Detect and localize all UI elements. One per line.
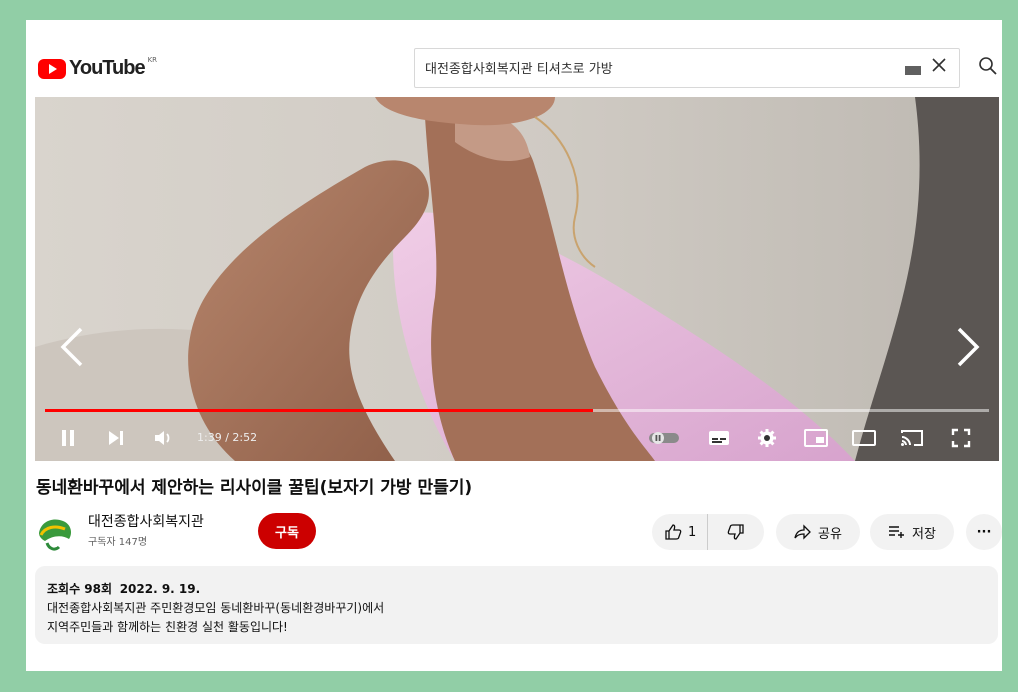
channel-name[interactable]: 대전종합사회복지관 (88, 511, 204, 531)
subtitles-icon[interactable] (707, 427, 731, 449)
logo-text: YouTube (69, 57, 146, 79)
youtube-logo[interactable]: YouTube KR (38, 55, 158, 80)
video-player[interactable]: 1:39 / 2:52 (35, 97, 999, 461)
settings-icon[interactable] (755, 427, 779, 449)
share-button[interactable]: 공유 (776, 514, 860, 550)
time-display: 1:39 / 2:52 (197, 431, 258, 444)
thumbs-down-icon (727, 524, 744, 540)
upload-date: 2022. 9. 19. (119, 582, 201, 596)
subscribe-button[interactable]: 구독 (258, 513, 316, 549)
dislike-button[interactable] (708, 514, 764, 550)
next-icon[interactable] (105, 427, 127, 449)
playlist-add-icon (889, 526, 905, 538)
logo-region: KR (147, 55, 158, 64)
prev-arrow-icon[interactable] (57, 325, 87, 369)
thumbs-up-icon (665, 524, 682, 540)
like-dislike-group: 1 (652, 514, 764, 550)
share-label: 공유 (818, 526, 842, 542)
youtube-logo-icon (38, 58, 66, 79)
clear-icon[interactable] (929, 55, 949, 81)
description-meta: 조회수 98회 2022. 9. 19. (47, 580, 200, 597)
search-box (414, 48, 960, 88)
pause-icon[interactable] (57, 427, 79, 449)
search-input[interactable] (423, 59, 867, 76)
save-button[interactable]: 저장 (870, 514, 954, 550)
search-icon[interactable] (978, 56, 998, 76)
theater-icon[interactable] (851, 427, 877, 449)
channel-avatar[interactable] (35, 513, 75, 553)
description-box[interactable]: 조회수 98회 2022. 9. 19. 대전종합사회복지관 주민환경모임 동네… (35, 566, 998, 644)
miniplayer-icon[interactable] (803, 427, 829, 449)
video-frame (35, 97, 999, 461)
like-button[interactable]: 1 (652, 514, 708, 550)
page-frame: YouTube KR 대전종합사회복지관 티셔츠로 가방 1:39 / 2:52… (26, 20, 1002, 671)
view-count: 조회수 98회 (47, 582, 113, 596)
description-line-2: 지역주민들과 함께하는 친환경 실천 활동입니다! (47, 620, 288, 634)
progress-played (45, 409, 593, 412)
like-count: 1 (688, 524, 697, 540)
next-arrow-icon[interactable] (953, 325, 983, 369)
autoplay-toggle-icon[interactable] (649, 427, 681, 449)
description-line-1: 대전종합사회복지관 주민환경모임 동네환바꾸(동네환경바꾸기)에서 (47, 601, 385, 615)
share-icon (794, 524, 811, 540)
volume-icon[interactable] (153, 427, 177, 449)
top-bar: YouTube KR (26, 20, 1002, 96)
progress-bar[interactable] (45, 409, 989, 412)
player-controls: 1:39 / 2:52 (35, 419, 999, 459)
more-actions-button[interactable]: ··· (966, 514, 1002, 550)
cast-icon[interactable] (899, 427, 925, 449)
subscriber-count: 구독자 147명 (88, 537, 148, 548)
more-icon: ··· (976, 524, 992, 540)
keyboard-icon[interactable] (905, 66, 921, 75)
video-title: 동네환바꾸에서 제안하는 리사이클 꿀팁(보자기 가방 만들기) (36, 478, 473, 498)
save-label: 저장 (912, 526, 936, 542)
fullscreen-icon[interactable] (949, 427, 973, 449)
